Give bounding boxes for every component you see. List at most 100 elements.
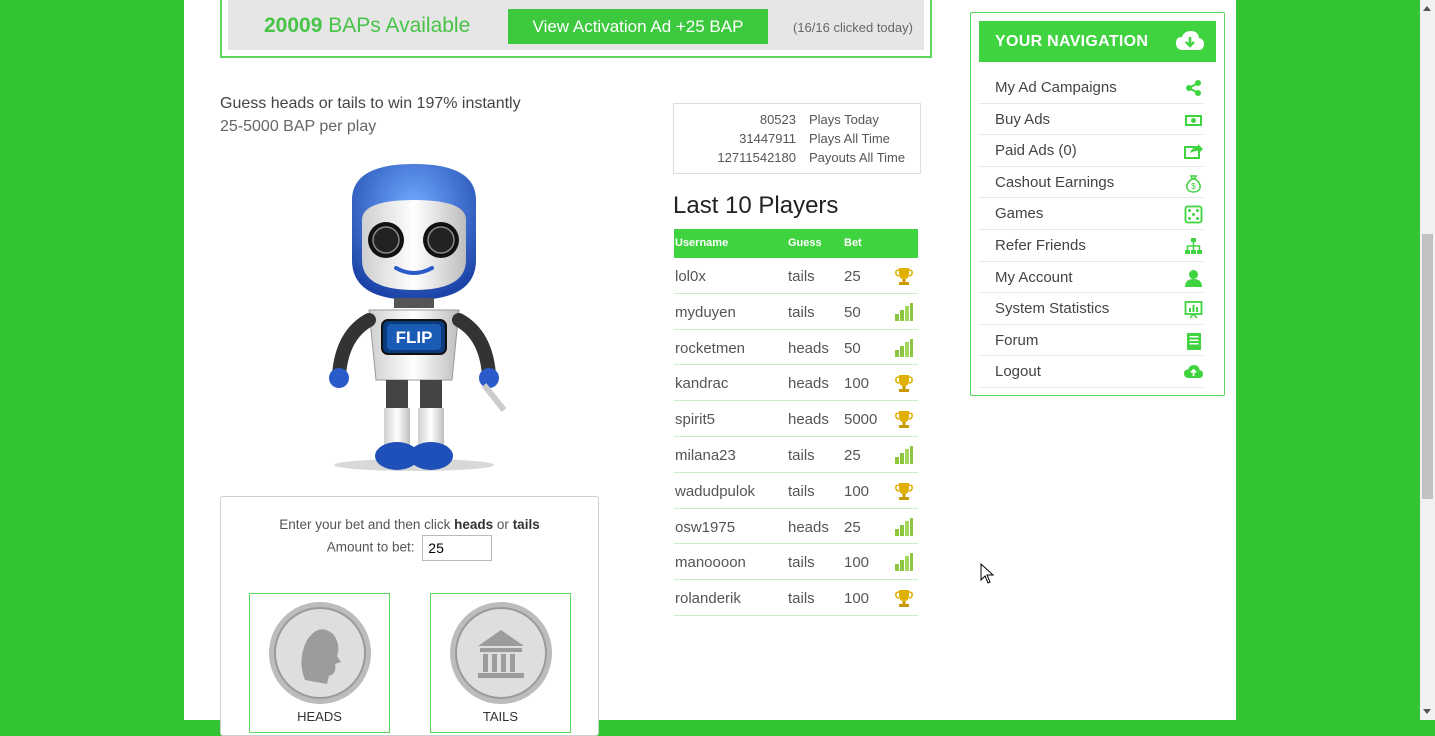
svg-text:$: $ [1191, 182, 1196, 191]
player-bet: 100 [844, 590, 870, 608]
header-guess: Guess [788, 237, 822, 249]
nav-item-label: System Statistics [995, 300, 1110, 318]
scroll-up-arrow-icon[interactable] [1423, 6, 1431, 11]
header-bet: Bet [844, 237, 862, 249]
money-icon [1185, 114, 1202, 126]
table-row: rocketmen heads 50 [674, 330, 918, 366]
nav-item-forum[interactable]: Forum [979, 325, 1203, 357]
stats-row-all-time: 31447911 Plays All Time [674, 131, 920, 150]
nav-item-games[interactable]: Games [979, 198, 1203, 230]
last-players-title: Last 10 Players [673, 192, 839, 219]
navigation-title: YOUR NAVIGATION [995, 33, 1149, 50]
nav-item-buy-ads[interactable]: Buy Ads [979, 104, 1203, 136]
bap-bar: 20009 BAPs Available View Activation Ad … [220, 0, 932, 58]
nav-item-cashout-earnings[interactable]: Cashout Earnings $ [979, 167, 1203, 199]
bet-amount-input[interactable] [422, 535, 493, 561]
player-guess: heads [788, 339, 829, 357]
navigation-panel: YOUR NAVIGATION My Ad Campaigns Buy Ads Pa… [970, 12, 1225, 396]
player-bet: 100 [844, 482, 870, 500]
trophy-icon [895, 411, 913, 429]
flip-robot-illustration: FLIP [314, 160, 514, 480]
view-activation-ad-button[interactable]: View Activation Ad +25 BAP [508, 9, 768, 44]
clicks-today-text: (16/16 clicked today) [793, 20, 913, 35]
player-username: manoooon [675, 554, 746, 572]
player-guess: tails [788, 303, 815, 321]
bet-instruction-heads: heads [454, 517, 494, 532]
share-icon [1186, 80, 1201, 96]
nav-item-system-statistics[interactable]: System Statistics [979, 293, 1203, 325]
nav-item-paid-ads-0[interactable]: Paid Ads (0) [979, 135, 1203, 167]
bar-chart-icon [895, 302, 913, 321]
player-guess: tails [788, 554, 815, 572]
trophy-icon [895, 268, 913, 285]
player-guess: heads [788, 411, 829, 429]
header-username: Username [675, 237, 729, 249]
mouse-cursor-icon [980, 563, 994, 584]
trophy-icon [895, 590, 913, 608]
book-icon [1187, 332, 1201, 350]
page-container: 20009 BAPs Available View Activation Ad … [184, 0, 1236, 736]
nav-item-label: Paid Ads (0) [995, 142, 1077, 160]
bet-instruction-prefix: Enter your bet and then click [279, 517, 455, 532]
tails-button[interactable]: TAILS [430, 593, 571, 733]
player-username: osw1975 [675, 518, 736, 536]
stats-label: Payouts All Time [809, 150, 906, 165]
nav-item-label: Games [995, 205, 1044, 223]
player-username: rocketmen [675, 339, 746, 357]
bet-amount-row: Amount to bet: [221, 535, 598, 561]
table-row: myduyen tails 50 [674, 294, 918, 330]
scroll-thumb[interactable] [1422, 234, 1433, 499]
bar-chart-icon [895, 338, 913, 357]
table-row: spirit5 heads 5000 [674, 401, 918, 437]
player-username: wadudpulok [675, 482, 756, 500]
player-guess: heads [788, 375, 829, 393]
player-username: spirit5 [675, 411, 716, 429]
nav-item-my-ad-campaigns[interactable]: My Ad Campaigns [979, 72, 1203, 104]
stats-row-today: 80523 Plays Today [674, 112, 920, 131]
player-guess: tails [788, 590, 815, 608]
player-guess: tails [788, 446, 815, 464]
page-scrollbar[interactable] [1420, 0, 1435, 720]
stats-label: Plays Today [809, 112, 879, 127]
player-bet: 50 [844, 303, 861, 321]
bar-chart-icon [895, 553, 913, 572]
trophy-icon [895, 375, 913, 393]
bet-instruction-tails: tails [512, 517, 540, 532]
presentation-icon [1184, 301, 1203, 319]
tails-label: TAILS [482, 709, 519, 724]
scroll-down-arrow-icon[interactable] [1423, 709, 1431, 714]
player-username: kandrac [675, 375, 729, 393]
nav-item-logout[interactable]: Logout [979, 356, 1203, 388]
nav-item-label: Buy Ads [995, 110, 1051, 128]
play-stats-box: 80523 Plays Today 31447911 Plays All Tim… [673, 103, 921, 174]
cloud-download-icon [1176, 31, 1204, 50]
stats-value: 80523 [759, 112, 796, 127]
robot-badge-text: FLIP [396, 328, 433, 347]
player-guess: tails [788, 482, 815, 500]
stats-row-payouts: 12711542180 Payouts All Time [674, 150, 920, 169]
forward-icon [1184, 144, 1203, 160]
nav-item-label: Cashout Earnings [995, 173, 1115, 191]
cloud-upload-icon [1184, 365, 1203, 379]
nav-item-my-account[interactable]: My Account [979, 262, 1203, 294]
stats-value: 31447911 [739, 131, 796, 146]
player-guess: tails [788, 268, 815, 285]
table-row: manoooon tails 100 [674, 544, 918, 581]
bar-chart-icon [895, 517, 913, 536]
nav-item-label: Forum [995, 331, 1039, 349]
table-row: lol0x tails 25 [674, 258, 918, 294]
player-bet: 100 [844, 554, 870, 572]
heads-coin-icon [269, 602, 371, 704]
sitemap-icon [1185, 238, 1202, 254]
nav-item-label: Logout [995, 363, 1041, 381]
heads-button[interactable]: HEADS [249, 593, 390, 733]
player-bet: 100 [844, 375, 870, 393]
bar-chart-icon [895, 445, 913, 464]
nav-item-refer-friends[interactable]: Refer Friends [979, 230, 1203, 262]
nav-item-label: Refer Friends [995, 237, 1086, 254]
stats-value: 12711542180 [717, 150, 796, 165]
player-username: rolanderik [675, 590, 741, 608]
player-username: myduyen [675, 303, 736, 321]
player-bet: 25 [844, 446, 861, 464]
bet-range-text: 25-5000 BAP per play [220, 118, 377, 135]
